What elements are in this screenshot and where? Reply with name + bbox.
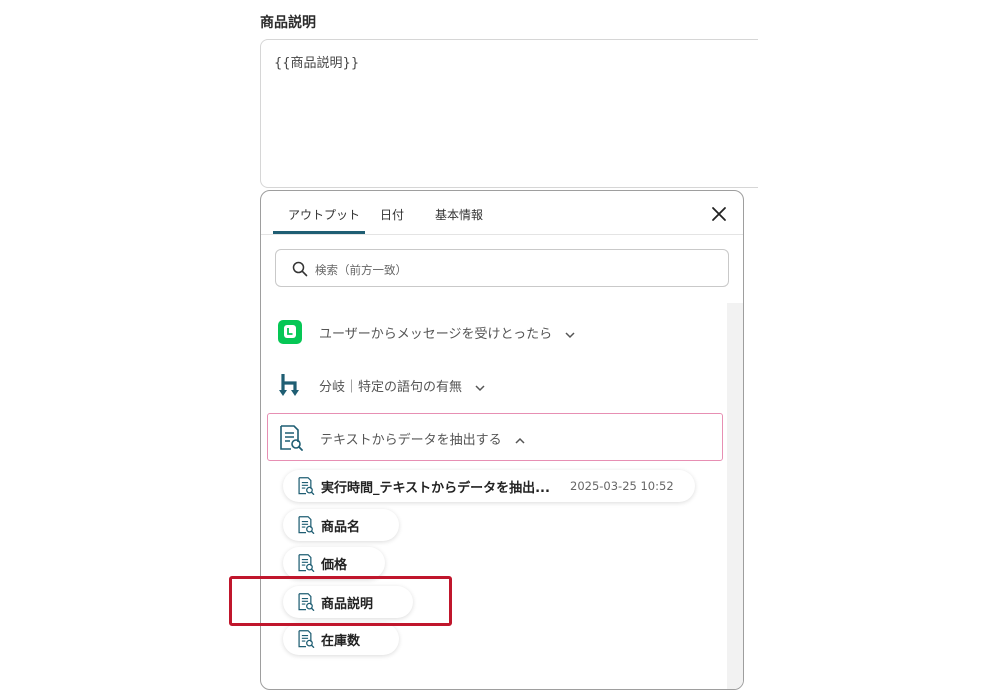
description-textarea[interactable]: {{商品説明}} — [260, 39, 780, 188]
item-label: 価格 — [321, 558, 348, 573]
field-label: 商品説明 — [260, 15, 316, 31]
item-timestamp: 2025-03-25 10:52 — [570, 479, 674, 493]
extract-doc-icon — [298, 516, 315, 534]
extract-doc-icon — [298, 554, 315, 572]
output-item-execution-time[interactable]: 実行時間_テキストからデータを抽出... 2025-03-25 10:52 — [283, 470, 695, 502]
group-label: テキストからデータを抽出する — [320, 429, 526, 448]
branch-icon — [279, 374, 299, 396]
output-item-product-name[interactable]: 商品名 — [283, 509, 399, 541]
scrollbar-track[interactable] — [727, 303, 743, 689]
chevron-down-icon — [475, 384, 485, 391]
search-input[interactable] — [313, 259, 717, 281]
group-branch-keyword[interactable]: 分岐｜特定の語句の有無 — [267, 361, 723, 409]
item-label: 商品名 — [321, 520, 361, 535]
tab-basic-info[interactable]: 基本情報 — [435, 206, 483, 223]
group-extract-text-data[interactable]: テキストからデータを抽出する — [267, 413, 723, 461]
search-icon — [292, 261, 308, 277]
tab-bar: アウトプット 日付 基本情報 — [261, 191, 743, 235]
tab-date[interactable]: 日付 — [380, 206, 404, 223]
tab-output[interactable]: アウトプット — [288, 206, 360, 223]
output-item-stock[interactable]: 在庫数 — [283, 623, 399, 655]
extract-doc-icon — [298, 630, 315, 648]
group-label: ユーザーからメッセージを受けとったら — [319, 323, 576, 342]
search-box — [275, 249, 729, 287]
output-item-price[interactable]: 価格 — [283, 547, 385, 579]
extract-doc-icon — [298, 477, 315, 495]
cropped-edge — [758, 30, 818, 200]
item-label: 実行時間_テキストからデータを抽出... — [321, 481, 550, 496]
chevron-down-icon — [565, 331, 575, 338]
line-app-icon — [278, 320, 302, 344]
item-label: 在庫数 — [321, 634, 361, 649]
active-tab-indicator — [273, 231, 365, 234]
group-receive-message[interactable]: ユーザーからメッセージを受けとったら — [267, 308, 723, 356]
annotation-highlight-box — [229, 576, 452, 626]
chevron-up-icon — [515, 437, 525, 444]
close-icon[interactable] — [711, 206, 727, 222]
extract-doc-icon — [280, 425, 303, 451]
group-label: 分岐｜特定の語句の有無 — [319, 376, 486, 395]
